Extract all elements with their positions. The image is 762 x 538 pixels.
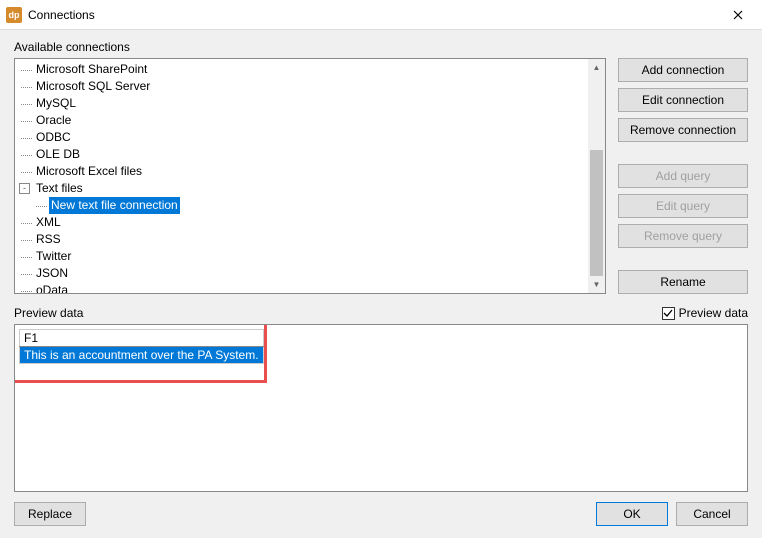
app-icon: dp: [6, 7, 22, 23]
rename-button[interactable]: Rename: [618, 270, 748, 294]
tree-item[interactable]: New text file connection: [15, 197, 605, 214]
cancel-button[interactable]: Cancel: [676, 502, 748, 526]
tree-scrollbar[interactable]: ▲ ▼: [588, 59, 605, 293]
table-cell[interactable]: This is an accountment over the PA Syste…: [20, 347, 264, 364]
preview-data-checkbox[interactable]: Preview data: [662, 306, 748, 320]
tree-item-label: Microsoft SharePoint: [34, 61, 149, 78]
column-header[interactable]: F1: [20, 330, 264, 347]
preview-row: Preview data Preview data: [14, 306, 748, 320]
tree-item[interactable]: Microsoft Excel files: [15, 163, 605, 180]
scroll-track[interactable]: [588, 76, 605, 276]
tree-item-label: New text file connection: [49, 197, 180, 214]
ok-button[interactable]: OK: [596, 502, 668, 526]
tree-toggle-icon[interactable]: -: [19, 183, 30, 194]
connections-tree[interactable]: Microsoft SharePointMicrosoft SQL Server…: [14, 58, 606, 294]
tree-item-label: MySQL: [34, 95, 78, 112]
tree-item-label: oData: [34, 282, 70, 294]
table-row: F1: [20, 330, 264, 347]
remove-query-button[interactable]: Remove query: [618, 224, 748, 248]
tree-item-label: Microsoft SQL Server: [34, 78, 152, 95]
scroll-down-arrow[interactable]: ▼: [588, 276, 605, 293]
tree-item-label: JSON: [34, 265, 70, 282]
tree-item-label: RSS: [34, 231, 63, 248]
scroll-thumb[interactable]: [590, 150, 603, 276]
tree-item[interactable]: OLE DB: [15, 146, 605, 163]
edit-query-button[interactable]: Edit query: [618, 194, 748, 218]
tree-item[interactable]: MySQL: [15, 95, 605, 112]
side-buttons: Add connection Edit connection Remove co…: [618, 58, 748, 294]
tree-item[interactable]: oData: [15, 282, 605, 294]
close-button[interactable]: [716, 1, 760, 29]
preview-area: F1 This is an accountment over the PA Sy…: [14, 324, 748, 492]
tree-item[interactable]: Microsoft SQL Server: [15, 78, 605, 95]
upper-row: Microsoft SharePointMicrosoft SQL Server…: [14, 58, 748, 294]
tree-item-label: ODBC: [34, 129, 73, 146]
tree-item-label: Twitter: [34, 248, 73, 265]
add-query-button[interactable]: Add query: [618, 164, 748, 188]
preview-data-label: Preview data: [14, 306, 83, 320]
tree-item[interactable]: RSS: [15, 231, 605, 248]
tree-item[interactable]: Oracle: [15, 112, 605, 129]
tree-item[interactable]: Microsoft SharePoint: [15, 61, 605, 78]
add-connection-button[interactable]: Add connection: [618, 58, 748, 82]
tree-item[interactable]: -Text files: [15, 180, 605, 197]
edit-connection-button[interactable]: Edit connection: [618, 88, 748, 112]
window-title: Connections: [28, 8, 716, 22]
tree-item[interactable]: XML: [15, 214, 605, 231]
close-icon: [733, 10, 743, 20]
tree-item-label: Oracle: [34, 112, 73, 129]
tree-item-label: XML: [34, 214, 63, 231]
checkbox-icon: [662, 307, 675, 320]
tree-item[interactable]: ODBC: [15, 129, 605, 146]
scroll-up-arrow[interactable]: ▲: [588, 59, 605, 76]
replace-button[interactable]: Replace: [14, 502, 86, 526]
preview-table[interactable]: F1 This is an accountment over the PA Sy…: [19, 329, 264, 364]
tree-item-label: Microsoft Excel files: [34, 163, 144, 180]
dialog-body: Available connections Microsoft SharePoi…: [0, 30, 762, 538]
tree-item[interactable]: Twitter: [15, 248, 605, 265]
titlebar: dp Connections: [0, 0, 762, 30]
tree-item-label: OLE DB: [34, 146, 82, 163]
remove-connection-button[interactable]: Remove connection: [618, 118, 748, 142]
preview-data-checkbox-label: Preview data: [679, 306, 748, 320]
tree-item-label: Text files: [34, 180, 85, 197]
footer: Replace OK Cancel: [14, 502, 748, 526]
table-row: This is an accountment over the PA Syste…: [20, 347, 264, 364]
available-connections-label: Available connections: [14, 40, 748, 54]
tree-item[interactable]: JSON: [15, 265, 605, 282]
